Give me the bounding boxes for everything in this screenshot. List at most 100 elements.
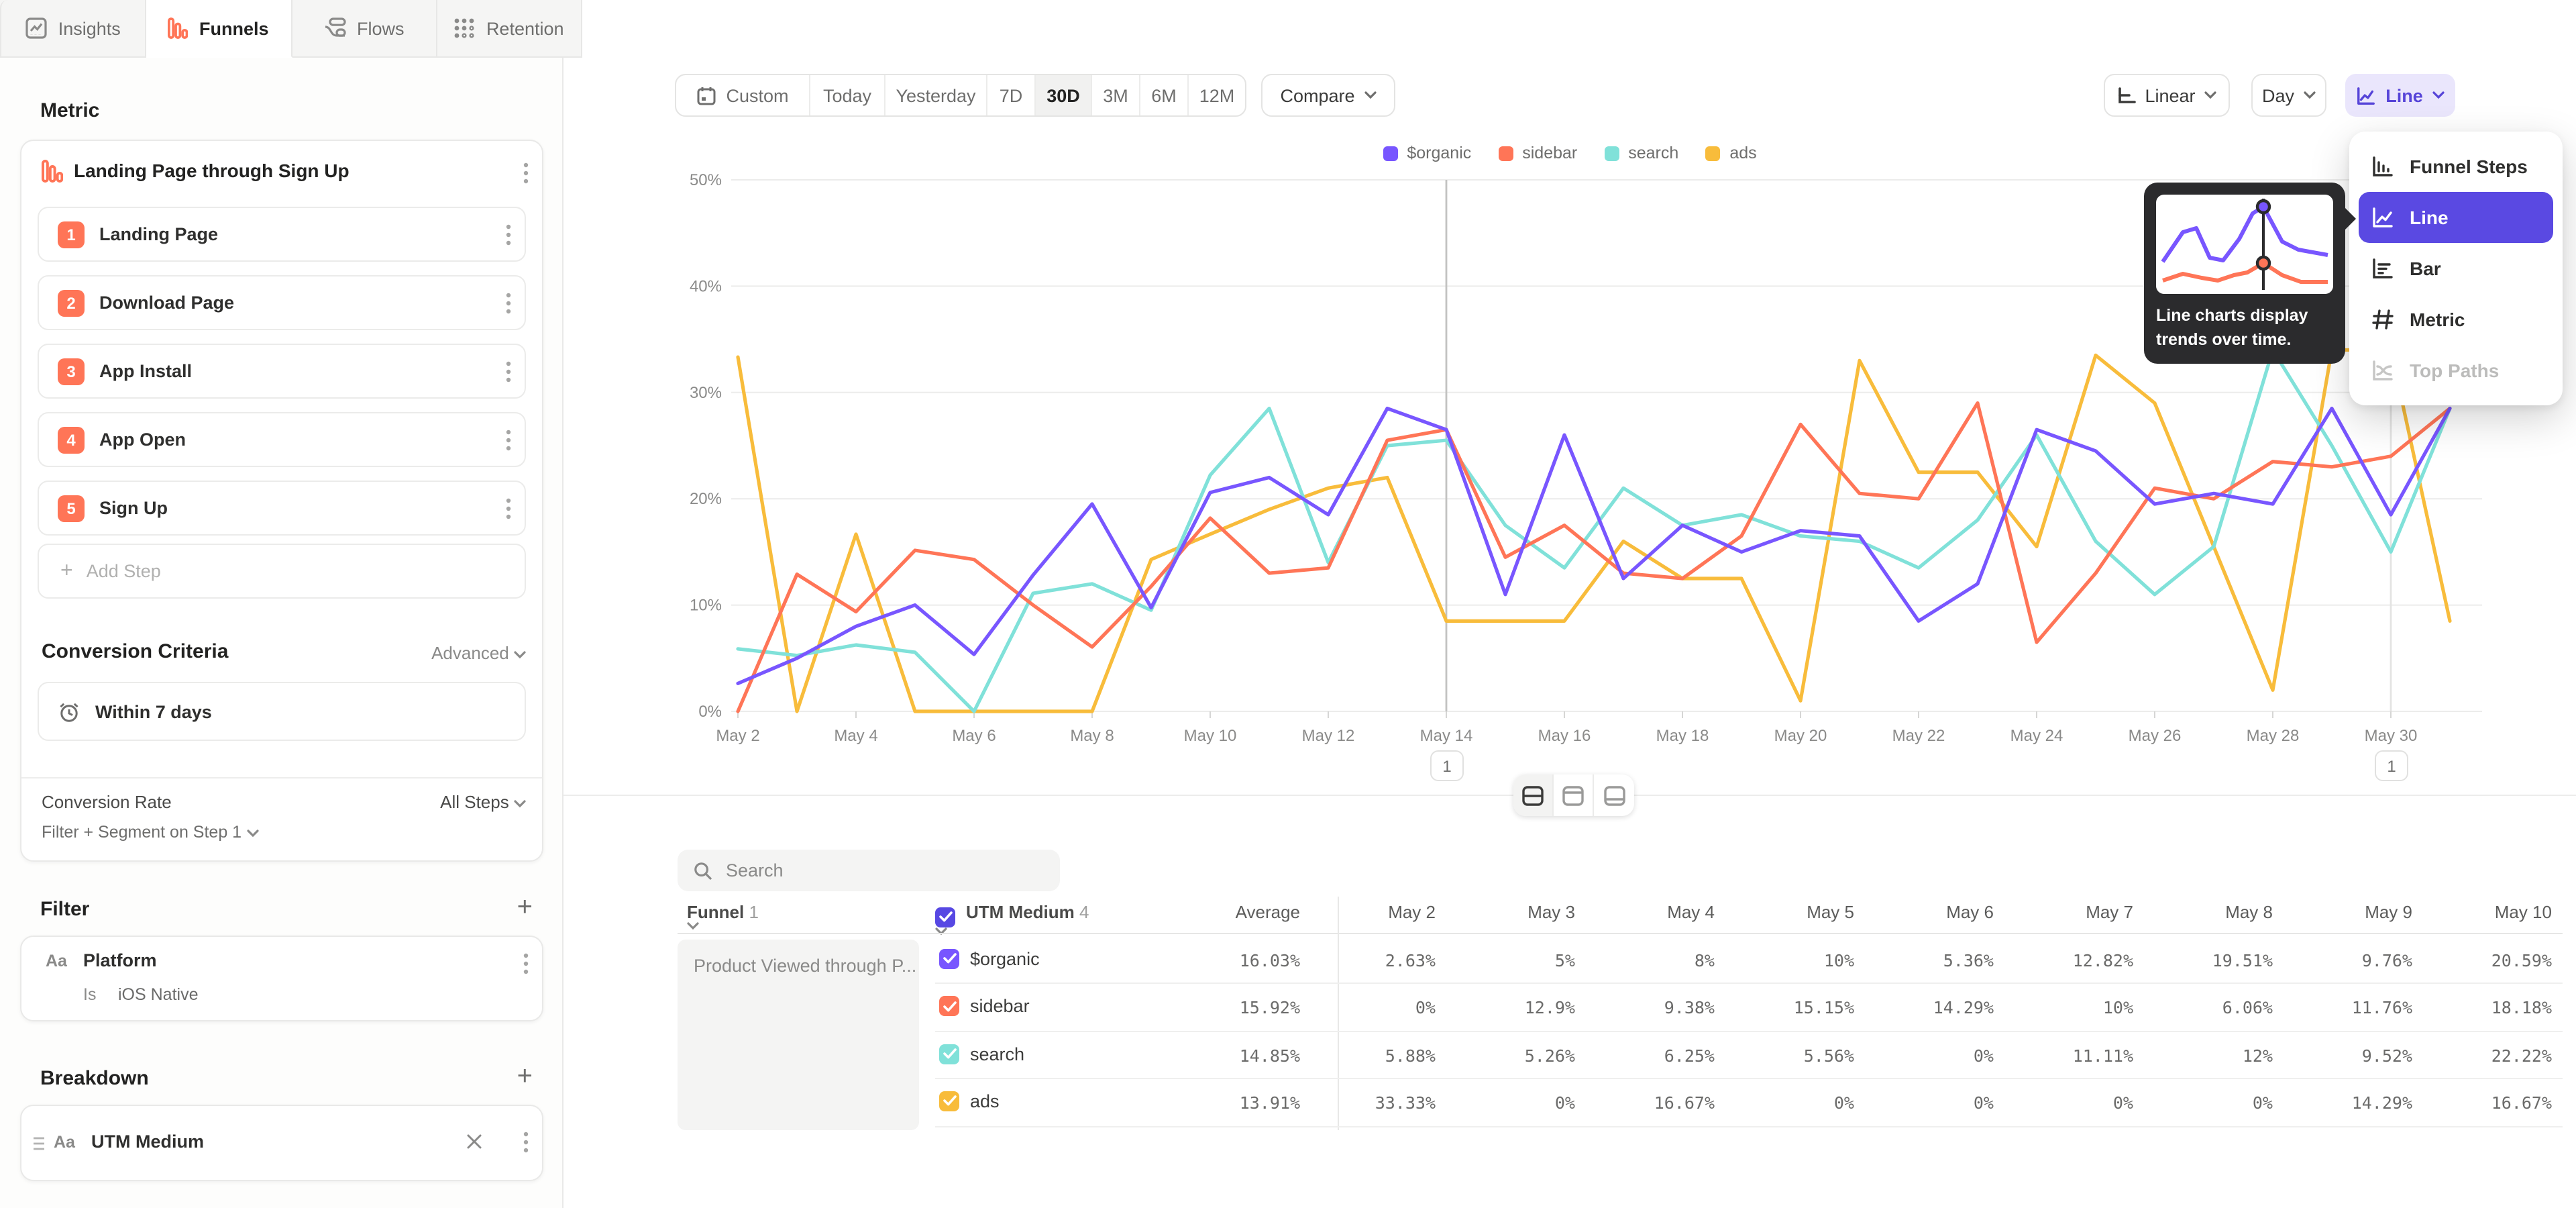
- date-range-7d[interactable]: 7D: [987, 75, 1036, 115]
- svg-text:50%: 50%: [690, 172, 722, 189]
- average-column-header[interactable]: Average: [1166, 902, 1300, 922]
- series-line-sidebar[interactable]: [738, 403, 2450, 711]
- legend-item-sidebar[interactable]: sidebar: [1498, 144, 1577, 162]
- date-column-header[interactable]: May 9: [2292, 902, 2412, 922]
- chart-legend: $organic sidebar search ads: [1368, 144, 1771, 162]
- date-column-header[interactable]: May 10: [2431, 902, 2552, 922]
- kebab-icon[interactable]: [506, 360, 511, 382]
- granularity-dropdown[interactable]: Day: [2251, 74, 2326, 117]
- funnel-step-app-install[interactable]: 3App Install: [38, 344, 526, 399]
- table-only-view-icon: [1603, 785, 1625, 806]
- kebab-icon[interactable]: [523, 953, 529, 974]
- line-icon: [2371, 205, 2395, 230]
- kebab-icon[interactable]: [523, 1131, 529, 1153]
- row-average: 16.03%: [1166, 950, 1300, 970]
- menu-item-line[interactable]: Line: [2359, 192, 2553, 243]
- date-column-header[interactable]: May 8: [2152, 902, 2273, 922]
- date-range-30d[interactable]: 30D: [1036, 75, 1092, 115]
- tab-funnels[interactable]: Funnels: [147, 0, 292, 58]
- scale-dropdown[interactable]: Linear: [2104, 74, 2230, 117]
- legend-item-organic[interactable]: $organic: [1383, 144, 1471, 162]
- metric-section-title: Metric: [40, 99, 99, 122]
- search-input[interactable]: Search: [678, 850, 1060, 891]
- kebab-icon[interactable]: [506, 429, 511, 450]
- date-range-custom[interactable]: Custom: [676, 75, 810, 115]
- row-checkbox-ads[interactable]: [939, 1091, 959, 1111]
- chevron-down-icon: [246, 829, 258, 837]
- date-column-header[interactable]: May 5: [1733, 902, 1854, 922]
- filter-card[interactable]: Aa Platform Is iOS Native: [20, 936, 543, 1021]
- row-value: 33.33%: [1315, 1093, 1436, 1113]
- annotation-badge-may-30[interactable]: 1: [2375, 750, 2408, 781]
- row-checkbox-search[interactable]: [939, 1044, 959, 1064]
- row-value: 16.67%: [2431, 1093, 2552, 1113]
- kebab-icon[interactable]: [506, 497, 511, 519]
- menu-item-funnel-steps[interactable]: Funnel Steps: [2359, 141, 2553, 192]
- legend-item-search[interactable]: search: [1604, 144, 1678, 162]
- menu-item-bar[interactable]: Bar: [2359, 243, 2553, 294]
- kebab-icon[interactable]: [506, 223, 511, 245]
- date-range-3m[interactable]: 3M: [1092, 75, 1140, 115]
- date-column-header[interactable]: May 3: [1454, 902, 1575, 922]
- annotation-badge-may-14[interactable]: 1: [1430, 750, 1464, 781]
- svg-text:May 18: May 18: [1656, 727, 1709, 745]
- advanced-dropdown[interactable]: Advanced: [431, 643, 526, 663]
- chart-only-view-button[interactable]: [1554, 774, 1594, 816]
- add-filter-button[interactable]: +: [517, 893, 533, 923]
- date-range-6m[interactable]: 6M: [1140, 75, 1189, 115]
- tab-insights[interactable]: Insights: [0, 0, 147, 56]
- legend-item-ads[interactable]: ads: [1705, 144, 1756, 162]
- date-column-header[interactable]: May 7: [2012, 902, 2133, 922]
- kebab-icon[interactable]: [523, 162, 529, 184]
- filter-segment-dropdown[interactable]: Filter + Segment on Step 1: [42, 823, 258, 842]
- split-view-button[interactable]: [1513, 774, 1554, 816]
- step-number-badge: 1: [58, 221, 85, 248]
- compare-button[interactable]: Compare: [1261, 74, 1395, 117]
- close-icon[interactable]: [466, 1133, 483, 1150]
- row-checkbox-sidebar[interactable]: [939, 996, 959, 1016]
- legend-swatch: [1383, 146, 1397, 160]
- series-line-organic[interactable]: [738, 409, 2450, 684]
- funnel-step-app-open[interactable]: 4App Open: [38, 412, 526, 467]
- date-column-header[interactable]: May 2: [1315, 902, 1436, 922]
- funnel-cell[interactable]: Product Viewed through P...: [678, 940, 919, 1130]
- date-range-12m[interactable]: 12M: [1189, 75, 1245, 115]
- funnel-column-header[interactable]: Funnel 1: [687, 902, 759, 930]
- breakdown-card[interactable]: Aa UTM Medium: [20, 1105, 543, 1181]
- date-column-header[interactable]: May 4: [1594, 902, 1715, 922]
- add-step-button[interactable]: + Add Step: [38, 544, 526, 599]
- filter-operator[interactable]: Is: [83, 985, 96, 1004]
- menu-item-label: Top Paths: [2410, 360, 2499, 381]
- tab-retention[interactable]: Retention: [437, 0, 583, 56]
- range-label: Custom: [726, 85, 788, 105]
- tab-flows[interactable]: Flows: [292, 0, 437, 56]
- series-line-search[interactable]: [738, 350, 2450, 711]
- svg-text:May 16: May 16: [1538, 727, 1591, 745]
- breakdown-column-header[interactable]: UTM Medium 4: [935, 902, 1089, 935]
- row-value: 0%: [2012, 1093, 2133, 1113]
- drag-handle-icon[interactable]: [32, 1136, 46, 1152]
- date-range-today[interactable]: Today: [810, 75, 885, 115]
- select-all-checkbox[interactable]: [935, 907, 955, 927]
- legend-swatch: [1604, 146, 1619, 160]
- table-row-divider: [935, 1078, 2563, 1079]
- menu-item-metric[interactable]: Metric: [2359, 294, 2553, 345]
- funnel-step-sign-up[interactable]: 5Sign Up: [38, 481, 526, 536]
- conversion-rate-dropdown[interactable]: All Steps: [440, 792, 526, 812]
- funnel-step-landing-page[interactable]: 1Landing Page: [38, 207, 526, 262]
- conversion-window-row[interactable]: Within 7 days: [38, 682, 526, 741]
- funnel-title: Landing Page through Sign Up: [74, 160, 350, 181]
- row-checkbox-organic[interactable]: [939, 948, 959, 968]
- kebab-icon[interactable]: [506, 292, 511, 313]
- row-value: 14.29%: [2292, 1093, 2412, 1113]
- date-column-header[interactable]: May 6: [1873, 902, 1994, 922]
- table-row-divider: [935, 983, 2563, 985]
- date-range-yesterday[interactable]: Yesterday: [885, 75, 987, 115]
- table-only-view-button[interactable]: [1594, 774, 1634, 816]
- conversion-rate-label: Conversion Rate: [42, 792, 172, 812]
- svg-text:40%: 40%: [690, 277, 722, 295]
- funnel-step-download-page[interactable]: 2Download Page: [38, 275, 526, 330]
- add-breakdown-button[interactable]: +: [517, 1062, 533, 1093]
- chart-type-dropdown[interactable]: Line: [2345, 74, 2455, 117]
- filter-value[interactable]: iOS Native: [118, 985, 199, 1004]
